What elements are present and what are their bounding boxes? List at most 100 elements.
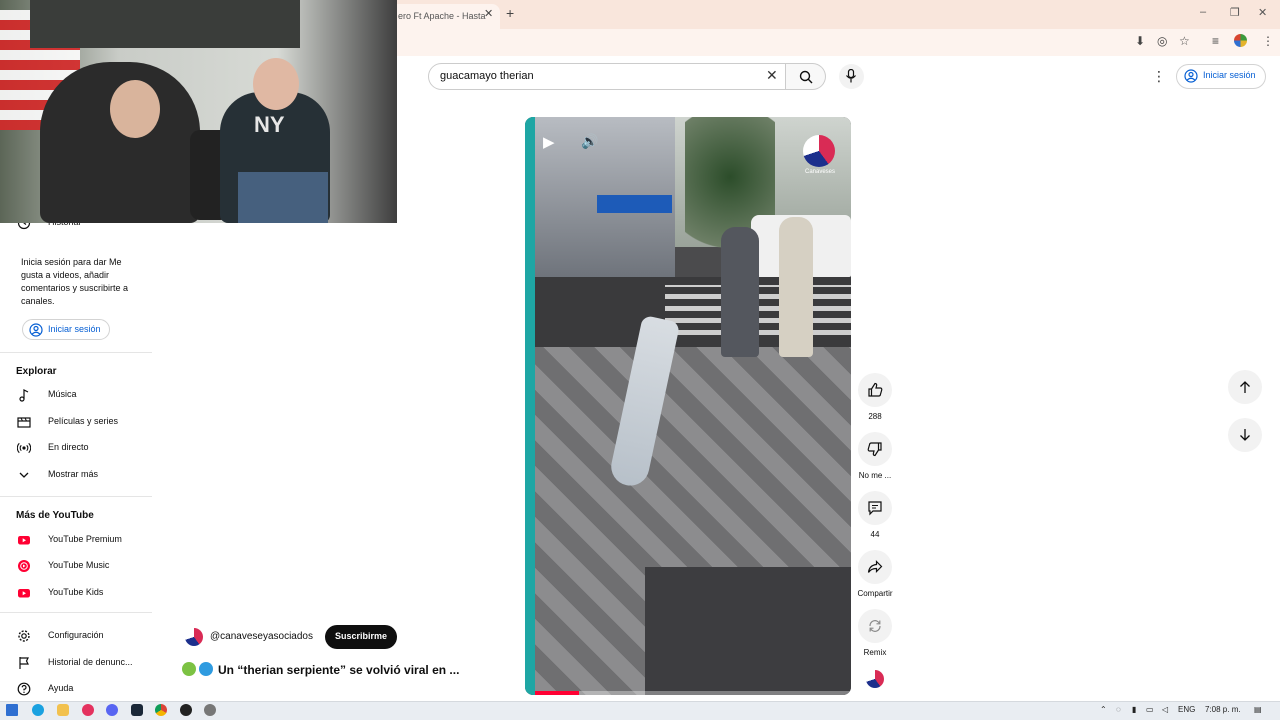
person-face (110, 80, 160, 138)
youtube-music-icon (18, 560, 30, 572)
minimize-button[interactable]: – (1200, 6, 1206, 18)
dislike-button[interactable] (858, 432, 892, 466)
obs-icon[interactable] (180, 704, 192, 716)
sidebar-signin-button[interactable]: Iniciar sesión (22, 319, 110, 340)
like-button[interactable] (858, 373, 892, 407)
comments-button[interactable] (858, 491, 892, 525)
tray-app-icon[interactable]: ◌ (1116, 705, 1121, 714)
sidebar-item-youtube-premium[interactable]: YouTube Premium (0, 526, 150, 552)
video-border (525, 117, 535, 695)
discord-icon[interactable] (106, 704, 118, 716)
profile-icon[interactable] (1234, 34, 1247, 47)
previous-video-button[interactable] (1228, 370, 1262, 404)
video-progress-bar[interactable] (535, 691, 851, 695)
sidebar-item-label: YouTube Premium (48, 534, 122, 544)
tray-overflow-icon[interactable]: ⌃ (1100, 705, 1107, 714)
sidebar-item-youtube-kids[interactable]: YouTube Kids (0, 579, 150, 605)
comments-count: 44 (870, 530, 880, 539)
subscribe-button[interactable]: Suscribirme (325, 625, 398, 649)
share-action[interactable]: Compartir (852, 550, 898, 598)
thumbs-up-icon (868, 382, 883, 397)
video-title[interactable]: Un “therian serpiente” se volvió viral e… (182, 662, 459, 677)
next-video-button[interactable] (1228, 418, 1262, 452)
subscribe-label: Suscribirme (335, 631, 388, 641)
language-indicator[interactable]: ENG (1178, 705, 1195, 714)
comments-action[interactable]: 44 (852, 491, 898, 539)
share-button[interactable] (858, 550, 892, 584)
signin-prompt-text: Inicia sesión para dar Me gusta a videos… (21, 257, 129, 306)
voice-search-button[interactable] (839, 64, 864, 89)
new-tab-button[interactable]: + (506, 5, 514, 21)
shorts-video-player[interactable]: ▶ 🔊 Canaveses (525, 117, 851, 695)
clear-search-icon[interactable]: ✕ (766, 67, 778, 84)
steam-icon[interactable] (131, 704, 143, 716)
media-icon[interactable]: ≡ (1212, 34, 1219, 48)
clapperboard-icon (17, 417, 31, 428)
speaker-icon[interactable]: ◁ (1162, 705, 1168, 714)
sidebar-item-label: YouTube Music (48, 560, 110, 570)
play-icon[interactable]: ▶ (543, 133, 555, 151)
settings-app-icon[interactable] (204, 704, 216, 716)
install-icon[interactable]: ⬇ (1135, 34, 1145, 48)
notifications-icon[interactable]: ▤ (1254, 705, 1262, 714)
sidebar-item-label: Mostrar más (48, 469, 99, 479)
video-pavement (645, 567, 851, 695)
sidebar-item-label: Música (48, 389, 77, 399)
sidebar-item-settings[interactable]: Configuración (0, 622, 150, 648)
settings-menu-icon[interactable]: ⋮ (1152, 68, 1166, 85)
clock[interactable]: 7:08 p. m. (1205, 705, 1241, 714)
share-icon (867, 560, 883, 573)
sidebar-item-label: Ayuda (48, 683, 74, 693)
sidebar-item-report-history[interactable]: Historial de denunc... (0, 649, 150, 675)
webcam-overlay: NY (0, 0, 397, 223)
chrome-icon[interactable] (155, 704, 167, 716)
windows-start-icon[interactable] (6, 704, 18, 716)
account-icon (1184, 69, 1198, 83)
channel-handle[interactable]: @canaveseyasociados (210, 631, 313, 642)
header-signin-button[interactable]: Iniciar sesión (1176, 64, 1266, 89)
sidebar-item-music[interactable]: Música (0, 381, 150, 407)
video-pedestrian (721, 227, 759, 357)
help-icon (17, 682, 31, 696)
sidebar-item-youtube-music[interactable]: YouTube Music (0, 552, 150, 578)
dislike-label: No me ... (858, 471, 892, 480)
remix-action[interactable]: Remix (852, 609, 898, 657)
sidebar-item-label: Historial de denunc... (48, 657, 133, 667)
edge-icon[interactable] (32, 704, 44, 716)
star-icon[interactable]: ☆ (1179, 34, 1190, 48)
tray-mic-icon[interactable]: ▮ (1132, 705, 1136, 714)
curtain (30, 0, 300, 48)
channel-avatar[interactable] (185, 628, 203, 646)
volume-icon[interactable]: 🔊 (581, 133, 598, 150)
sidebar-item-label: En directo (48, 442, 89, 452)
network-icon[interactable]: ▭ (1146, 705, 1154, 714)
video-pedestrian (779, 217, 813, 357)
more-youtube-heading: Más de YouTube (16, 510, 94, 521)
sidebar-item-help[interactable]: Ayuda (0, 675, 150, 701)
sidebar-item-show-more[interactable]: Mostrar más (0, 461, 150, 487)
music-note-icon (19, 389, 29, 402)
search-button[interactable] (786, 63, 826, 90)
tab-close-icon[interactable]: ✕ (484, 7, 493, 20)
sidebar-item-movies[interactable]: Películas y series (0, 408, 150, 434)
sidebar-divider (0, 352, 152, 353)
sidebar-item-live[interactable]: En directo (0, 434, 150, 460)
maximize-button[interactable]: ❐ (1230, 6, 1240, 19)
file-explorer-icon[interactable] (57, 704, 69, 716)
browser-menu-icon[interactable]: ⋮ (1262, 34, 1274, 48)
account-icon (29, 323, 43, 337)
search-query: guacamayo therian (440, 70, 534, 82)
channel-watermark-icon (803, 135, 835, 167)
video-title-text: Un “therian serpiente” se volvió viral e… (218, 663, 460, 677)
app-icon[interactable] (82, 704, 94, 716)
like-action[interactable]: 288 (852, 373, 898, 421)
search-input[interactable]: guacamayo therian (428, 63, 786, 90)
dislike-action[interactable]: No me ... (852, 432, 898, 480)
remix-button[interactable] (858, 609, 892, 643)
remix-label: Remix (863, 648, 887, 657)
arrow-up-icon (1240, 381, 1250, 393)
eye-off-icon[interactable]: ◎ (1157, 34, 1167, 48)
live-icon (17, 442, 31, 454)
close-window-button[interactable]: ✕ (1258, 6, 1267, 19)
channel-avatar-small[interactable] (866, 670, 884, 688)
